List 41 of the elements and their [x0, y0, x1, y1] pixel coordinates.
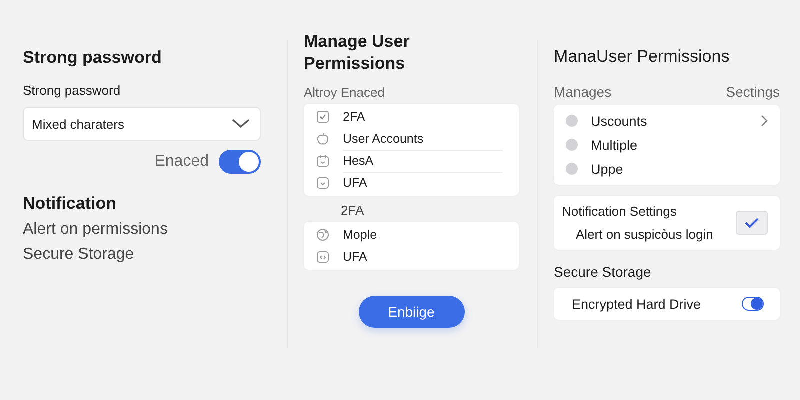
toggle-label: Enaced — [154, 153, 209, 171]
globe-icon — [316, 228, 330, 242]
toggle-switch[interactable] — [742, 297, 764, 311]
toggle-label: Encrypted Hard Drive — [572, 296, 702, 312]
list-item[interactable]: Mople — [343, 224, 503, 246]
radio-button[interactable] — [566, 115, 578, 127]
apple-icon — [316, 132, 330, 146]
setting-item[interactable]: Alert on permissions — [23, 221, 261, 239]
section-title: Manage User Permissions — [304, 31, 411, 75]
section-title: Strong password — [23, 47, 163, 69]
calendar-icon — [316, 154, 330, 168]
group-label: Altroy Enaced — [304, 85, 386, 100]
option-label[interactable]: Uppe — [591, 162, 768, 176]
section-title: Secure Storage — [554, 264, 652, 280]
chevron-down-icon — [232, 119, 250, 129]
list-item[interactable]: User Accounts — [343, 128, 503, 150]
list-item[interactable]: UFA — [343, 246, 503, 268]
field-label: Strong password — [23, 83, 122, 98]
setting-item[interactable]: Secure Storage — [23, 246, 261, 264]
column-header: Sectings — [726, 84, 780, 100]
card-title: Notification Settings — [562, 204, 678, 219]
radio-button[interactable] — [566, 139, 578, 151]
checkbox-label: Alert on suspicòus login — [575, 227, 714, 242]
option-label[interactable]: Uscounts — [591, 114, 761, 128]
option-label[interactable]: Multiple — [591, 138, 768, 152]
enable-button[interactable]: Enbiige — [358, 296, 464, 328]
chevron-right-icon — [761, 115, 768, 127]
code-icon — [316, 250, 330, 264]
list-item[interactable]: HesA — [343, 150, 503, 172]
list-item[interactable]: UFA — [343, 172, 503, 194]
section-title: Notification — [23, 194, 118, 214]
column-header: Manages — [554, 84, 612, 100]
toggle-switch[interactable] — [219, 150, 261, 174]
radio-button[interactable] — [566, 163, 578, 175]
section-title: ManaUser Permissions — [554, 46, 731, 68]
checkbox[interactable] — [736, 211, 768, 235]
dropdown-field[interactable]: Mixed charaters — [23, 107, 261, 141]
checkmark-icon — [744, 217, 760, 229]
list-item[interactable]: 2FA — [343, 106, 503, 128]
check-icon — [316, 110, 330, 124]
group-label: 2FA — [341, 203, 366, 218]
